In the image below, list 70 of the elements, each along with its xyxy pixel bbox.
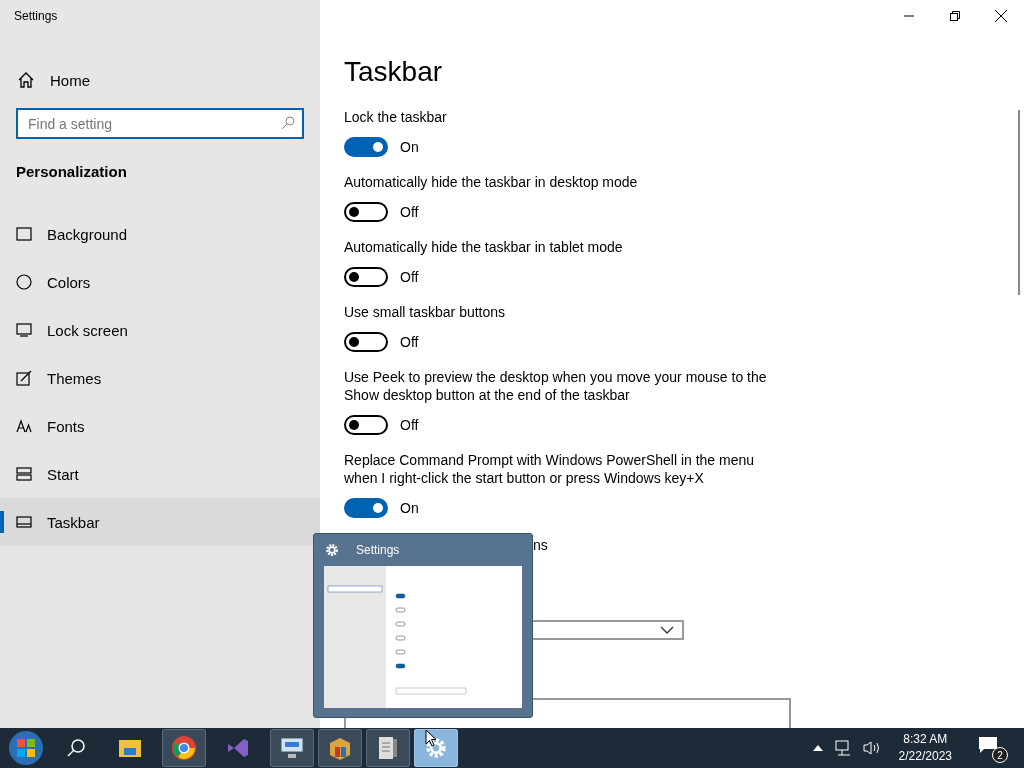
start-orb-icon bbox=[8, 730, 44, 766]
speaker-icon bbox=[862, 740, 881, 756]
gear-icon bbox=[423, 735, 449, 761]
document-icon bbox=[376, 735, 400, 761]
nav-item[interactable]: Colors bbox=[0, 258, 320, 306]
setting-label: Use Peek to preview the desktop when you move your mouse to the Show desktop button at the end of the taskbar bbox=[344, 368, 768, 404]
toggle-state: Off bbox=[400, 269, 419, 285]
restore-icon bbox=[950, 11, 960, 21]
font-icon bbox=[16, 419, 32, 433]
toggle-switch[interactable] bbox=[344, 332, 388, 352]
taskbar-app-button[interactable] bbox=[162, 729, 206, 767]
nav-item[interactable]: Lock screen bbox=[0, 306, 320, 354]
network-icon bbox=[834, 740, 851, 756]
computer-icon bbox=[279, 736, 305, 760]
popup-title: Settings bbox=[356, 543, 400, 557]
setting-label: Lock the taskbar bbox=[344, 108, 447, 126]
box-icon bbox=[327, 735, 353, 761]
setting-label: Automatically hide the taskbar in desktop mode bbox=[344, 173, 638, 191]
search-field[interactable]: Find a setting bbox=[16, 108, 304, 139]
toggle-state: On bbox=[400, 500, 419, 516]
taskbar-app-button[interactable] bbox=[414, 729, 458, 767]
gear-icon bbox=[324, 542, 340, 558]
dropdown[interactable] bbox=[533, 620, 684, 640]
home-link[interactable]: Home bbox=[17, 71, 90, 89]
toggle-state: Off bbox=[400, 334, 419, 350]
nav-item[interactable]: Start bbox=[0, 450, 320, 498]
notification-count: 2 bbox=[992, 747, 1008, 763]
clock-time: 8:32 AM bbox=[903, 731, 948, 748]
window-title: Settings bbox=[14, 9, 58, 23]
picture-icon bbox=[16, 227, 32, 241]
toggle-state: On bbox=[400, 139, 419, 155]
search-icon bbox=[281, 116, 295, 130]
notification-button[interactable]: 2 bbox=[978, 733, 1008, 763]
folder-icon bbox=[118, 738, 142, 758]
nav-item[interactable]: Taskbar bbox=[0, 498, 320, 546]
toggle-switch[interactable] bbox=[344, 267, 388, 287]
taskbar-app-button[interactable] bbox=[366, 729, 410, 767]
chevron-up-icon bbox=[812, 745, 823, 751]
browser-icon bbox=[171, 735, 197, 761]
search-icon bbox=[66, 738, 86, 758]
toggle-switch[interactable] bbox=[344, 137, 388, 157]
clock[interactable]: 8:32 AM 2/22/2023 bbox=[898, 731, 952, 765]
taskbar-icon bbox=[16, 515, 32, 529]
toggle-state: Off bbox=[400, 204, 419, 220]
section-heading: Personalization bbox=[16, 163, 127, 180]
clock-date: 2/22/2023 bbox=[898, 748, 952, 765]
page-title: Taskbar bbox=[344, 56, 443, 88]
setting-label: Use small taskbar buttons bbox=[344, 303, 506, 321]
nav-item[interactable]: Fonts bbox=[0, 402, 320, 450]
setting-label: Replace Command Prompt with Windows PowerShell in the menu when I right-click the start button or press Windows key+X bbox=[344, 451, 756, 487]
toggle-switch[interactable] bbox=[344, 498, 388, 518]
chevron-down-icon bbox=[660, 626, 674, 634]
palette-icon bbox=[16, 274, 32, 290]
setting-label: ns bbox=[533, 536, 548, 554]
brush-icon bbox=[16, 370, 32, 386]
toggle-state: Off bbox=[400, 417, 419, 433]
thumbnail-popup[interactable]: Settings bbox=[313, 533, 533, 718]
nav-item[interactable]: Themes bbox=[0, 354, 320, 402]
scrollbar[interactable] bbox=[1018, 110, 1020, 295]
taskbar-app-button[interactable] bbox=[270, 729, 314, 767]
infinity-icon bbox=[226, 736, 250, 760]
setting-label: Automatically hide the taskbar in tablet mode bbox=[344, 238, 623, 256]
message-icon bbox=[978, 736, 998, 754]
grid-icon bbox=[16, 467, 32, 481]
home-icon bbox=[17, 71, 35, 89]
monitor-icon bbox=[16, 323, 32, 337]
close-icon bbox=[995, 10, 1007, 22]
nav-item[interactable]: Background bbox=[0, 210, 320, 258]
toggle-switch[interactable] bbox=[344, 415, 388, 435]
toggle-switch[interactable] bbox=[344, 202, 388, 222]
